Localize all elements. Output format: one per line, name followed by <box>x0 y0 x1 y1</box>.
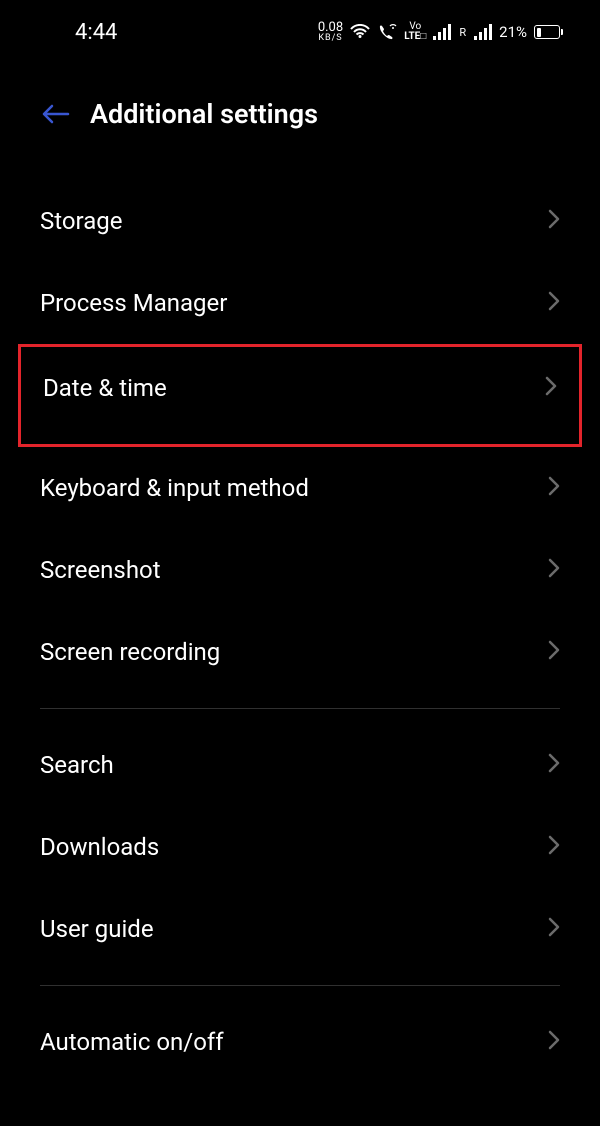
roaming-indicator: R <box>459 26 466 39</box>
status-bar: 4:44 0.08 KB/S Vo LTE□ <box>0 0 600 60</box>
settings-item-process-manager[interactable]: Process Manager <box>0 262 600 344</box>
page-header: Additional settings <box>0 60 600 150</box>
settings-item-automatic-on-off[interactable]: Automatic on/off <box>0 1001 600 1083</box>
data-rate-indicator: 0.08 KB/S <box>318 21 343 43</box>
signal-bars-1 <box>433 24 451 40</box>
settings-label: Downloads <box>40 833 159 861</box>
settings-item-date-time[interactable]: Date & time <box>21 347 579 444</box>
settings-label: Screenshot <box>40 556 161 584</box>
chevron-right-icon <box>548 1030 560 1054</box>
settings-item-downloads[interactable]: Downloads <box>0 806 600 888</box>
wifi-icon <box>350 24 370 40</box>
chevron-right-icon <box>548 291 560 315</box>
chevron-right-icon <box>545 376 557 400</box>
battery-icon <box>534 25 560 39</box>
settings-label: Date & time <box>43 374 167 402</box>
signal-bars-2 <box>474 24 492 40</box>
settings-label: Keyboard & input method <box>40 474 309 502</box>
battery-percentage: 21% <box>499 23 527 41</box>
highlight-annotation: Date & time <box>18 344 582 447</box>
chevron-right-icon <box>548 476 560 500</box>
divider <box>40 708 560 709</box>
chevron-right-icon <box>548 753 560 777</box>
settings-item-search[interactable]: Search <box>0 724 600 806</box>
chevron-right-icon <box>548 640 560 664</box>
page-title: Additional settings <box>90 98 318 130</box>
settings-item-user-guide[interactable]: User guide <box>0 888 600 970</box>
status-time: 4:44 <box>75 20 117 45</box>
settings-label: Automatic on/off <box>40 1028 224 1056</box>
settings-item-screenshot[interactable]: Screenshot <box>0 529 600 611</box>
wifi-calling-icon <box>377 24 397 40</box>
divider <box>40 985 560 986</box>
chevron-right-icon <box>548 835 560 859</box>
volte-icon: Vo LTE□ <box>404 22 426 42</box>
settings-label: Screen recording <box>40 638 220 666</box>
back-arrow-icon[interactable] <box>40 102 70 126</box>
settings-list: Storage Process Manager Date & time Keyb… <box>0 150 600 1083</box>
chevron-right-icon <box>548 917 560 941</box>
settings-item-keyboard[interactable]: Keyboard & input method <box>0 447 600 529</box>
settings-item-storage[interactable]: Storage <box>0 180 600 262</box>
settings-item-screen-recording[interactable]: Screen recording <box>0 611 600 693</box>
settings-label: Process Manager <box>40 289 227 317</box>
chevron-right-icon <box>548 558 560 582</box>
settings-label: Search <box>40 751 114 779</box>
status-indicators: 0.08 KB/S Vo LTE□ <box>318 21 560 43</box>
chevron-right-icon <box>548 209 560 233</box>
settings-label: User guide <box>40 915 154 943</box>
settings-label: Storage <box>40 207 122 235</box>
